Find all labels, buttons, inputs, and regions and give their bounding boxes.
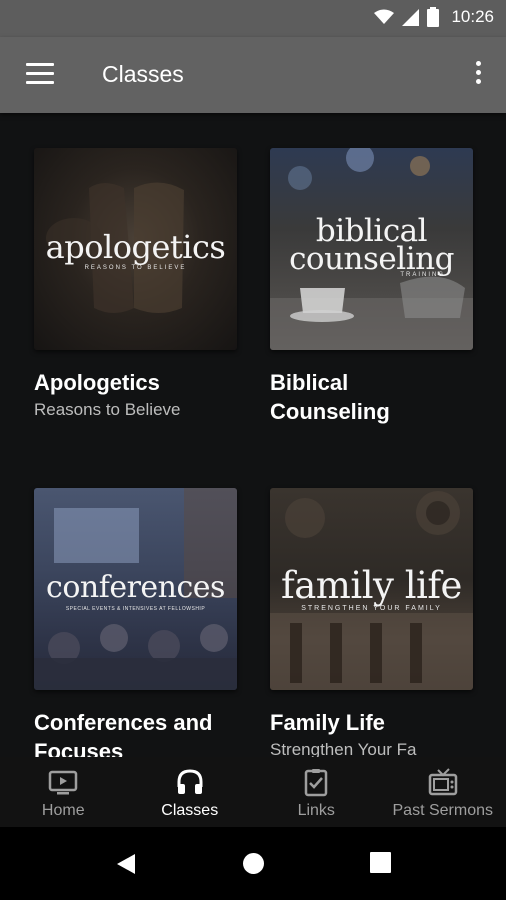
status-bar: 10:26 [0, 0, 506, 37]
class-thumbnail-conferences[interactable]: conferences Special Events & Intensives … [34, 488, 237, 690]
headphones-icon [177, 769, 203, 794]
class-subtitle: Reasons to Believe [34, 400, 181, 419]
status-time: 10:26 [451, 7, 494, 26]
thumbnail-subtitle: Training [400, 272, 445, 278]
back-icon[interactable] [115, 852, 137, 876]
class-card-conferences[interactable]: conferences Special Events & Intensives … [34, 488, 237, 757]
nav-label-classes: Classes [161, 802, 219, 819]
system-navigation-bar [0, 827, 506, 900]
nav-item-links[interactable]: Links [253, 757, 380, 827]
nav-item-classes[interactable]: Classes [127, 757, 254, 827]
page-title: Classes [102, 61, 184, 87]
nav-item-home[interactable]: Home [0, 757, 127, 827]
class-title: Conferences and Focuses [34, 710, 213, 757]
thumbnail-title: conferences [46, 570, 225, 605]
tv-play-icon [49, 770, 78, 795]
signal-icon [402, 8, 420, 26]
clipboard-check-icon [305, 769, 328, 797]
retro-tv-icon [428, 768, 457, 796]
class-subtitle: Strengthen Your Fa [270, 740, 417, 757]
wifi-icon [374, 9, 395, 24]
nav-item-past-sermons[interactable]: Past Sermons [380, 757, 506, 827]
class-card-family-life[interactable]: family life Strengthen Your Family Famil… [270, 488, 473, 757]
classes-grid: apologetics Reasons to Believe Apologeti… [0, 113, 506, 757]
nav-label-home: Home [41, 802, 85, 819]
class-title: Family Life [270, 710, 385, 735]
thumbnail-title: apologetics [45, 228, 226, 266]
class-card-apologetics[interactable]: apologetics Reasons to Believe Apologeti… [34, 148, 237, 420]
thumbnail-subtitle: Special Events & Intensives at Fellowshi… [65, 606, 206, 612]
class-title: Biblical Counseling [270, 370, 390, 424]
thumbnail-subtitle: Reasons to Believe [84, 265, 187, 271]
class-thumbnail-family-life[interactable]: family life Strengthen Your Family [270, 488, 473, 690]
class-thumbnail-biblical-counseling[interactable]: biblical counseling Training [270, 148, 473, 350]
app-bar: Classes [0, 37, 506, 113]
more-options-icon[interactable] [472, 61, 484, 89]
recents-square-icon[interactable] [370, 852, 391, 873]
nav-label-links: Links [297, 802, 335, 819]
class-card-biblical-counseling[interactable]: biblical counseling Training Biblical Co… [270, 148, 473, 429]
nav-label-past-sermons: Past Sermons [392, 802, 493, 819]
thumbnail-subtitle: Strengthen Your Family [301, 605, 442, 612]
class-title: Apologetics [34, 370, 160, 395]
menu-icon[interactable] [26, 63, 54, 85]
status-icons: 10:26 [374, 7, 494, 27]
class-thumbnail-apologetics[interactable]: apologetics Reasons to Believe [34, 148, 237, 350]
bottom-navigation: Home Classes Links Past Sermons [0, 757, 506, 827]
home-circle-icon[interactable] [242, 852, 265, 875]
battery-icon [427, 7, 440, 27]
thumbnail-title-line-2: counseling [289, 241, 454, 277]
thumbnail-title: family life [281, 564, 462, 607]
